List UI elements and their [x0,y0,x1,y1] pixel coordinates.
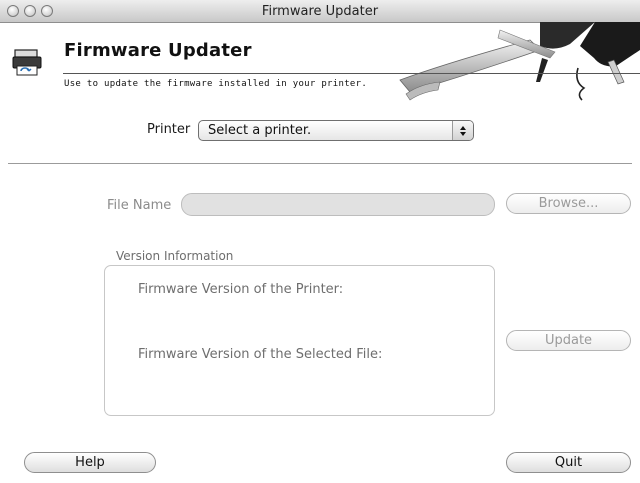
file-firmware-label: Firmware Version of the Selected File: [138,347,383,362]
printer-select[interactable]: Select a printer. [198,120,474,141]
printer-firmware-label: Firmware Version of the Printer: [138,282,344,297]
quit-button[interactable]: Quit [506,452,631,473]
file-name-label: File Name [107,198,172,213]
printer-select-value: Select a printer. [208,123,312,138]
page-title: Firmware Updater [64,40,252,61]
window-title: Firmware Updater [261,4,379,19]
chevron-updown-icon [452,121,473,140]
printer-label: Printer [147,122,191,137]
header-divider [63,73,640,74]
firmware-updater-window: Firmware Updater Firmware Updater Use to… [0,0,640,483]
page-subtitle: Use to update the firmware installed in … [64,79,368,89]
browse-button[interactable]: Browse... [506,193,631,214]
update-button[interactable]: Update [506,330,631,351]
printer-icon [12,49,42,76]
version-info-label: Version Information [116,249,234,263]
file-name-field[interactable] [181,193,495,216]
help-button[interactable]: Help [24,452,156,473]
title-bar[interactable]: Firmware Updater [0,0,640,23]
section-divider [8,163,632,164]
pliers-tool-icon [399,22,640,101]
